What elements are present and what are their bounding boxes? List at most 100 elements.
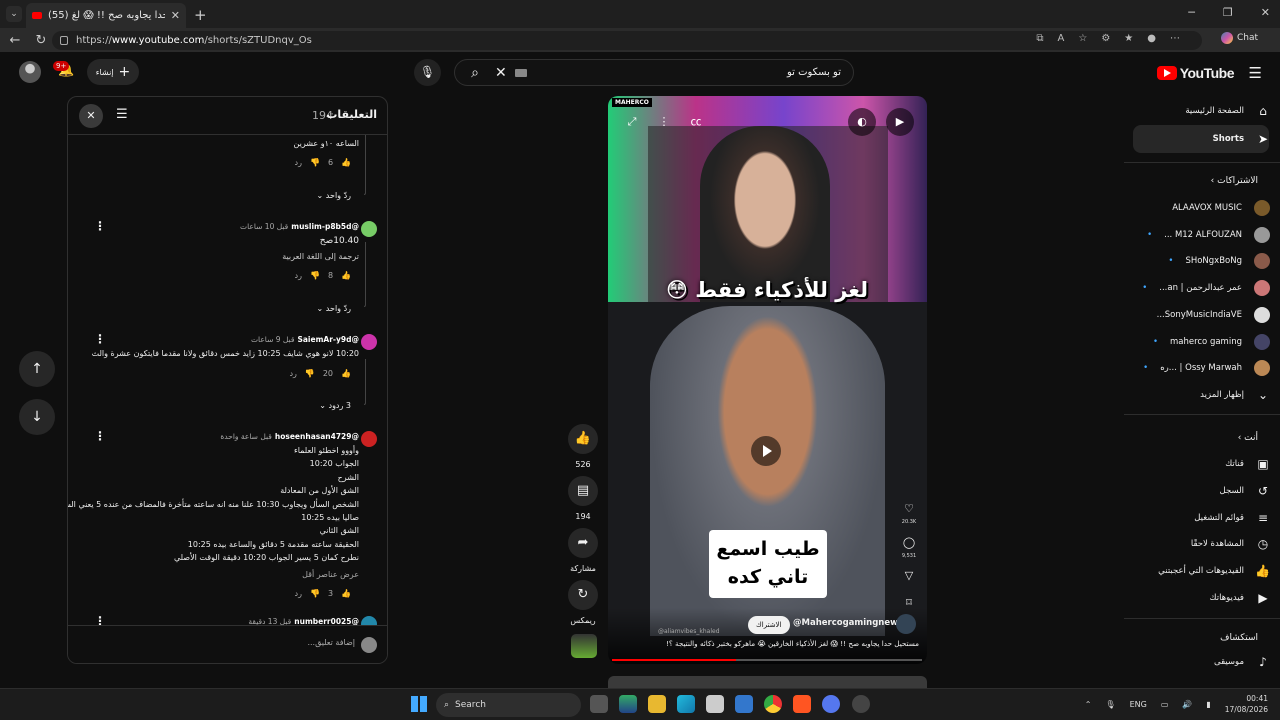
- tab-list-button[interactable]: ⌄: [6, 6, 22, 22]
- account-avatar[interactable]: [19, 61, 41, 83]
- more-options-icon[interactable]: ⋮: [650, 108, 678, 136]
- address-bar[interactable]: https://www.youtube.com/shorts/sZTUDnqv_…: [52, 31, 1202, 50]
- video-title[interactable]: مستحيل حدا يجاوبه صح !! 😱 لغز الأذكياء ا…: [666, 639, 919, 648]
- comment-avatar[interactable]: [361, 431, 377, 447]
- reply-button[interactable]: رد: [289, 369, 296, 378]
- you-heading[interactable]: أنت ›: [1238, 433, 1258, 443]
- comment-avatar[interactable]: [361, 221, 377, 237]
- sound-thumbnail[interactable]: [571, 634, 597, 658]
- close-window-icon[interactable]: ✕: [1261, 6, 1270, 19]
- reload-icon[interactable]: ↻: [30, 33, 52, 48]
- sidebar-subscription-item[interactable]: ALAAVOX MUSIC: [1172, 196, 1270, 220]
- app-icon[interactable]: ⧉: [1036, 33, 1043, 44]
- search-input[interactable]: تو بسكوت تو: [535, 67, 853, 78]
- captions-icon[interactable]: ㏄: [682, 108, 710, 136]
- like-icon[interactable]: 👍: [341, 589, 351, 598]
- channel-avatar[interactable]: [896, 614, 916, 634]
- volume-icon[interactable]: ◐: [848, 108, 876, 136]
- add-comment-input[interactable]: إضافة تعليق...: [307, 638, 355, 647]
- create-button[interactable]: إنشاء +: [87, 59, 139, 85]
- sidebar-item-liked-videos[interactable]: 👍 الفيديوهات التي أعجبتني: [1158, 559, 1270, 583]
- sidebar-subscription-item[interactable]: عمر عبدالرحمن | an... •: [1142, 276, 1270, 300]
- sidebar-item-music[interactable]: ♪ موسيقى: [1214, 650, 1270, 674]
- network-icon[interactable]: ▭: [1161, 700, 1169, 709]
- volume-icon[interactable]: 🔊: [1182, 700, 1192, 709]
- brave-icon[interactable]: [793, 695, 811, 713]
- language-indicator[interactable]: ENG: [1130, 700, 1147, 709]
- chrome-icon[interactable]: [764, 695, 782, 713]
- play-pause-icon[interactable]: ▶: [886, 108, 914, 136]
- minimize-icon[interactable]: ─: [1188, 6, 1195, 19]
- fullscreen-icon[interactable]: ⤢: [618, 108, 646, 136]
- dislike-icon[interactable]: 👎: [310, 271, 320, 280]
- clock[interactable]: 00:41 17/08/2026: [1225, 693, 1268, 715]
- extensions-icon[interactable]: ⚙: [1101, 33, 1110, 44]
- copilot-chat-button[interactable]: Chat: [1220, 32, 1258, 44]
- youtube-logo[interactable]: YouTube: [1156, 65, 1235, 81]
- back-icon[interactable]: ←: [4, 33, 26, 48]
- mail-icon[interactable]: [735, 695, 753, 713]
- close-tab-icon[interactable]: ✕: [171, 9, 180, 22]
- like-icon[interactable]: 👍: [341, 369, 351, 378]
- windows-start-icon[interactable]: [411, 696, 427, 712]
- sidebar-item-your-videos[interactable]: ▶ فيديوهاتك: [1210, 586, 1270, 610]
- play-icon[interactable]: [751, 436, 781, 466]
- sidebar-item-history[interactable]: ↺ السجل: [1220, 479, 1270, 503]
- widgets-icon[interactable]: [619, 695, 637, 713]
- store-icon[interactable]: [706, 695, 724, 713]
- comment-avatar[interactable]: [361, 334, 377, 350]
- sidebar-item-home[interactable]: ⌂ الصفحة الرئيسية: [1185, 99, 1270, 123]
- sidebar-subscription-item[interactable]: maherco gaming •: [1153, 330, 1270, 354]
- sidebar-item-your-channel[interactable]: ▣ قناتك: [1225, 452, 1270, 476]
- close-comments-button[interactable]: ✕: [79, 104, 103, 128]
- favorite-star-icon[interactable]: ☆: [1078, 33, 1087, 44]
- like-button[interactable]: 👍 526: [568, 424, 598, 469]
- new-tab-button[interactable]: +: [194, 6, 207, 24]
- remix-button[interactable]: ↻ ريمكس: [568, 580, 598, 625]
- voice-search-icon[interactable]: 🎙: [414, 59, 441, 86]
- subscriptions-heading[interactable]: الاشتراكات ›: [1211, 176, 1258, 186]
- reply-button[interactable]: رد: [295, 158, 302, 167]
- subscribe-button[interactable]: الاشتراك: [748, 616, 790, 634]
- search-box[interactable]: ⌕ ✕ تو بسكوت تو: [454, 59, 854, 86]
- share-button[interactable]: ➦ مشاركة: [568, 528, 598, 573]
- comment-menu-icon[interactable]: ⋮: [94, 219, 106, 233]
- dislike-icon[interactable]: 👎: [310, 158, 320, 167]
- reply-button[interactable]: رد: [295, 589, 302, 598]
- translate-link[interactable]: ترجمة إلى اللغة العربية: [282, 252, 359, 261]
- sidebar-item-playlists[interactable]: ≡ قوائم التشغيل: [1194, 506, 1270, 530]
- microphone-icon[interactable]: 🎙: [1105, 700, 1115, 709]
- comment-menu-icon[interactable]: ⋮: [94, 429, 106, 443]
- file-explorer-icon[interactable]: [648, 695, 666, 713]
- comments-button[interactable]: ▤ 194: [568, 476, 598, 521]
- reply-button[interactable]: رد: [295, 271, 302, 280]
- keyboard-icon[interactable]: [515, 68, 527, 77]
- task-view-icon[interactable]: [590, 695, 608, 713]
- sidebar-item-shorts[interactable]: ➤ Shorts: [1213, 127, 1270, 151]
- sort-icon[interactable]: ☰: [116, 107, 128, 122]
- sidebar-subscription-item[interactable]: SonyMusicIndiaVE...: [1157, 303, 1270, 327]
- favorites-icon[interactable]: ★: [1124, 33, 1133, 44]
- search-icon[interactable]: ⌕: [455, 65, 495, 81]
- taskbar-search[interactable]: ⌕ Search: [436, 693, 581, 717]
- browser-tab[interactable]: (55) مستحيل حدا يجاوبه صح !! 😱 لغ... ✕: [26, 3, 186, 28]
- sidebar-subscription-item[interactable]: SHoNgxBoNg •: [1168, 249, 1270, 273]
- more-icon[interactable]: ⋯: [1170, 33, 1180, 44]
- edge-icon[interactable]: [677, 695, 695, 713]
- dislike-icon[interactable]: 👎: [305, 369, 315, 378]
- show-replies-button[interactable]: 3 ردود ⌄: [319, 401, 351, 410]
- settings-icon[interactable]: [852, 695, 870, 713]
- sidebar-subscription-item[interactable]: M12 ALFOUZAN ... •: [1147, 223, 1270, 247]
- chevron-up-icon[interactable]: ⌃: [1085, 700, 1092, 709]
- discord-icon[interactable]: [822, 695, 840, 713]
- clear-search-icon[interactable]: ✕: [495, 65, 515, 81]
- sidebar-item-watch-later[interactable]: ◷ المشاهدة لاحقًا: [1191, 532, 1270, 556]
- channel-name[interactable]: @Mahercogamingnews: [793, 618, 903, 628]
- show-less-link[interactable]: عرض عناصر أقل: [302, 570, 359, 579]
- shorts-video-player[interactable]: MAHERCO لغز للأذكياء فقط 😳 طيب اسمع تاني…: [608, 96, 927, 664]
- hamburger-menu-icon[interactable]: ☰: [1249, 64, 1262, 82]
- show-replies-button[interactable]: ردّ واحد ⌄: [317, 304, 351, 313]
- dislike-icon[interactable]: 👎: [310, 589, 320, 598]
- translate-icon[interactable]: A: [1058, 33, 1065, 44]
- next-video-button[interactable]: ↓: [19, 399, 55, 435]
